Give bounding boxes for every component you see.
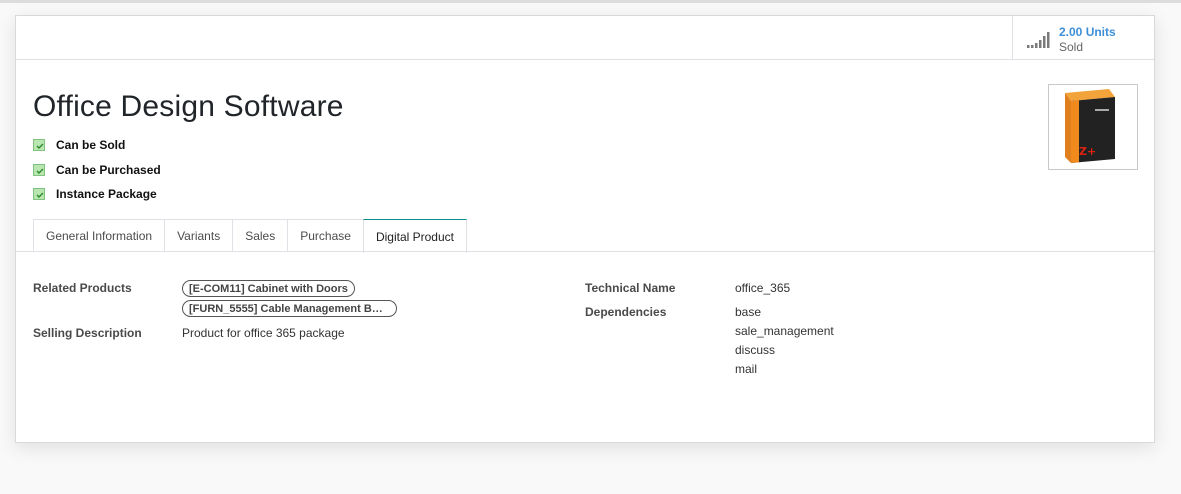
form-sheet: 2.00 Units Sold Office Design Software C… <box>15 15 1155 443</box>
dependency-item: mail <box>735 362 758 376</box>
units-sold-button[interactable]: 2.00 Units Sold <box>1012 16 1154 60</box>
tab-divider <box>16 251 1154 252</box>
button-box: 2.00 Units Sold <box>16 16 1154 60</box>
svg-text:Z+: Z+ <box>1079 145 1096 158</box>
can-be-purchased-label: Can be Purchased <box>56 163 161 177</box>
tab-digital-product[interactable]: Digital Product <box>362 219 467 253</box>
tab-purchase[interactable]: Purchase <box>287 219 364 252</box>
checkbox-row-can-be-purchased: Can be Purchased <box>33 162 161 178</box>
units-sold-label: Sold <box>1059 40 1084 54</box>
signal-bars-icon <box>1027 29 1051 49</box>
technical-name-label: Technical Name <box>585 281 676 295</box>
dependencies-label: Dependencies <box>585 305 667 319</box>
product-name: Office Design Software <box>33 90 344 123</box>
notebook-tabs: General Information Variants Sales Purch… <box>33 219 467 253</box>
tab-general-information[interactable]: General Information <box>33 219 166 252</box>
related-product-tag[interactable]: [E-COM11] Cabinet with Doors <box>182 280 355 297</box>
instance-package-checkbox[interactable] <box>33 188 45 200</box>
related-products-label: Related Products <box>33 281 132 295</box>
related-product-tag[interactable]: [FURN_5555] Cable Management B… <box>182 300 397 317</box>
selling-description-label: Selling Description <box>33 326 142 340</box>
can-be-sold-label: Can be Sold <box>56 138 126 152</box>
units-sold-value: 2.00 Units <box>1059 25 1116 39</box>
tab-variants[interactable]: Variants <box>164 219 234 252</box>
dependency-item: discuss <box>735 343 776 357</box>
dependency-item: base <box>735 305 762 319</box>
can-be-sold-checkbox[interactable] <box>33 139 45 151</box>
dependency-item: sale_management <box>735 324 834 338</box>
selling-description-value[interactable]: Product for office 365 package <box>182 326 345 340</box>
technical-name-value[interactable]: office_365 <box>735 281 790 295</box>
top-divider <box>0 0 1181 3</box>
software-box-icon: Z+ <box>1049 89 1137 173</box>
checkbox-row-can-be-sold: Can be Sold <box>33 137 125 153</box>
can-be-purchased-checkbox[interactable] <box>33 164 45 176</box>
instance-package-label: Instance Package <box>56 187 157 201</box>
tab-sales[interactable]: Sales <box>232 219 289 252</box>
product-image[interactable]: Z+ <box>1048 84 1138 170</box>
checkbox-row-instance-package: Instance Package <box>33 186 157 202</box>
